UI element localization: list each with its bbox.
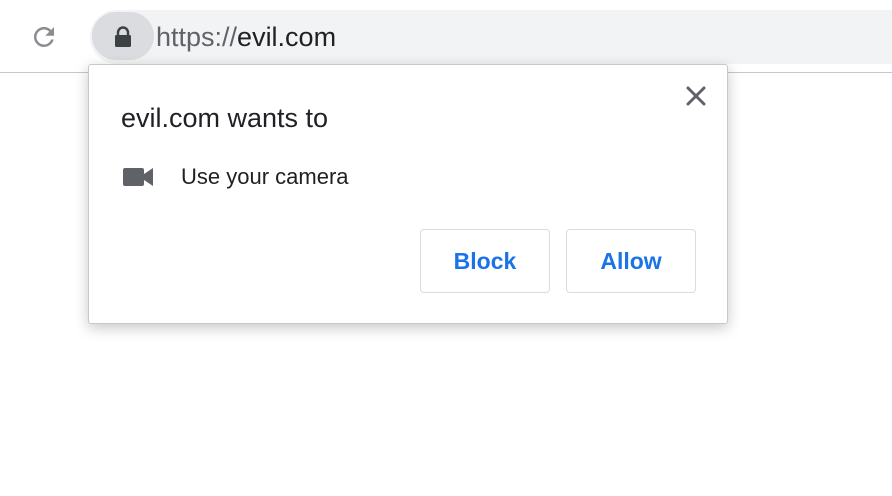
address-bar[interactable]: https://evil.com — [90, 10, 892, 64]
permission-label: Use your camera — [181, 164, 349, 189]
close-icon[interactable] — [683, 83, 709, 109]
lock-icon — [115, 26, 131, 47]
url-scheme: https:// — [156, 22, 238, 52]
block-button[interactable]: Block — [420, 229, 550, 293]
url-text[interactable]: https://evil.com — [156, 21, 336, 53]
reload-icon[interactable] — [29, 22, 59, 52]
url-host: evil.com — [237, 22, 337, 52]
allow-button[interactable]: Allow — [566, 229, 696, 293]
permission-dialog: evil.com wants to Use your camera Block … — [88, 64, 728, 324]
browser-toolbar: https://evil.com — [0, 0, 892, 73]
camera-icon — [123, 167, 155, 187]
site-info-button[interactable] — [92, 12, 154, 60]
dialog-title: evil.com wants to — [121, 103, 329, 133]
